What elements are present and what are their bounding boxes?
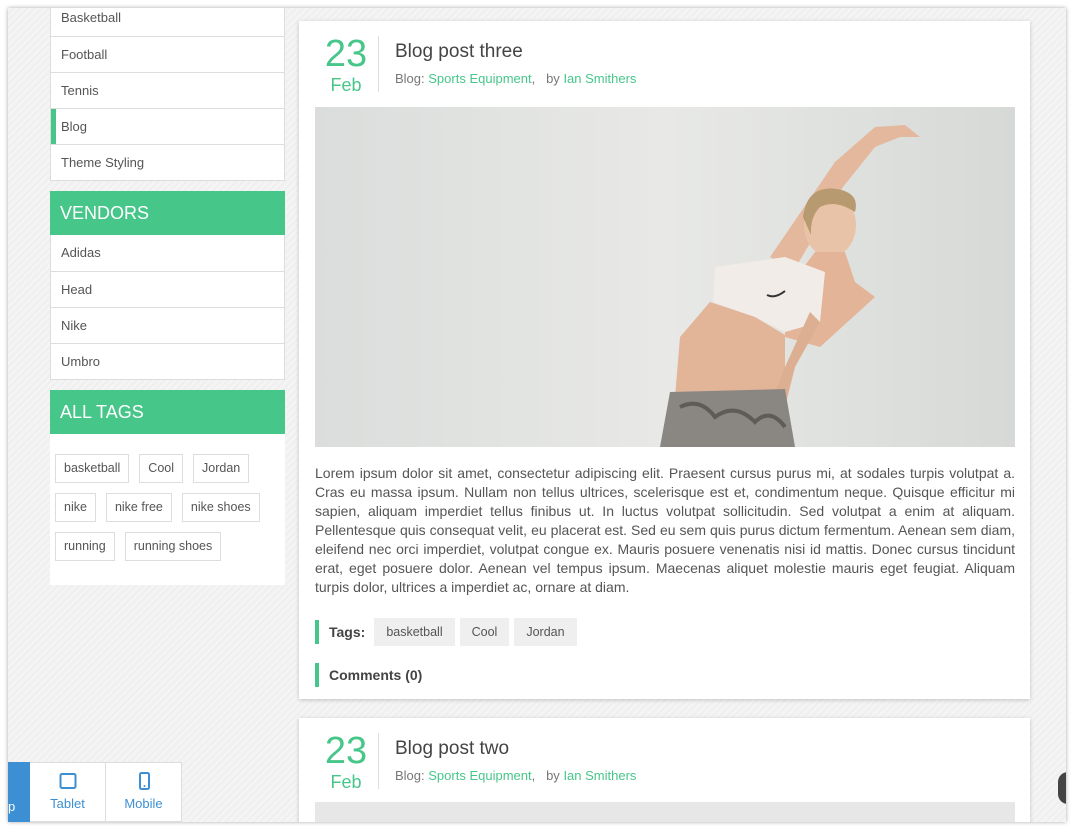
post-tag-link[interactable]: basketball bbox=[374, 618, 455, 646]
desktop-view-button[interactable]: p bbox=[8, 762, 30, 822]
sidebar-item-football[interactable]: Football bbox=[51, 36, 284, 72]
blog-category-link[interactable]: Sports Equipment bbox=[428, 768, 531, 783]
blog-category-link[interactable]: Sports Equipment bbox=[428, 71, 531, 86]
post-date-month: Feb bbox=[330, 772, 362, 792]
mobile-icon bbox=[138, 772, 150, 790]
post-date: 23 Feb bbox=[314, 732, 378, 792]
tag-link[interactable]: running shoes bbox=[124, 532, 222, 561]
vendor-item-head[interactable]: Head bbox=[51, 271, 284, 307]
blog-post-card: 23 Feb Blog post three Blog: Sports Equi… bbox=[299, 21, 1030, 699]
page-frame: Basketball Football Tennis Blog Theme St… bbox=[8, 8, 1066, 822]
vendor-item-adidas[interactable]: Adidas bbox=[51, 235, 284, 271]
author-link[interactable]: Ian Smithers bbox=[563, 71, 636, 86]
sidebar-item-tennis[interactable]: Tennis bbox=[51, 72, 284, 108]
post-comments: Comments (0) bbox=[315, 663, 422, 687]
vendor-item-umbro[interactable]: Umbro bbox=[51, 343, 284, 379]
date-divider bbox=[378, 733, 379, 789]
post-tags: Tags: basketball Cool Jordan bbox=[315, 617, 582, 647]
vendor-item-nike[interactable]: Nike bbox=[51, 307, 284, 343]
post-date-month: Feb bbox=[330, 75, 362, 95]
vendors-heading: VENDORS bbox=[50, 191, 285, 235]
meta-separator: , bbox=[531, 71, 536, 86]
blog-prefix: Blog: bbox=[395, 768, 425, 783]
post-meta: Blog: Sports Equipment, by Ian Smithers bbox=[395, 768, 636, 783]
mobile-view-button[interactable]: Mobile bbox=[106, 762, 182, 822]
category-list: Basketball Football Tennis Blog Theme St… bbox=[50, 8, 285, 181]
by-label: by bbox=[546, 71, 560, 86]
by-label: by bbox=[546, 768, 560, 783]
tablet-view-button[interactable]: Tablet bbox=[30, 762, 106, 822]
sidebar: Basketball Football Tennis Blog Theme St… bbox=[50, 8, 285, 585]
post-featured-image[interactable] bbox=[315, 802, 1015, 822]
sidebar-item-theme-styling[interactable]: Theme Styling bbox=[51, 144, 284, 180]
comments-link[interactable]: Comments (0) bbox=[329, 667, 422, 683]
accent-bar bbox=[315, 620, 319, 644]
meta-separator: , bbox=[531, 768, 536, 783]
post-tag-link[interactable]: Jordan bbox=[514, 618, 577, 646]
scroll-knob[interactable] bbox=[1058, 772, 1066, 804]
tag-link[interactable]: Cool bbox=[139, 454, 184, 483]
post-date-day: 23 bbox=[324, 33, 368, 75]
all-tags-heading: ALL TAGS bbox=[50, 390, 285, 434]
post-date-day: 23 bbox=[324, 730, 368, 772]
tag-link[interactable]: Jordan bbox=[193, 454, 250, 483]
accent-bar bbox=[315, 663, 319, 687]
device-switcher: p Tablet Mobile bbox=[8, 762, 182, 822]
post-featured-image[interactable] bbox=[315, 107, 1015, 447]
tags-label: Tags: bbox=[329, 624, 366, 640]
fitness-woman-image bbox=[315, 107, 1015, 447]
post-title[interactable]: Blog post three bbox=[395, 41, 523, 63]
tablet-icon bbox=[59, 773, 76, 789]
mobile-label: Mobile bbox=[124, 796, 163, 811]
tag-link[interactable]: basketball bbox=[55, 454, 130, 483]
blog-prefix: Blog: bbox=[395, 71, 425, 86]
vendor-list: Adidas Head Nike Umbro bbox=[50, 235, 285, 380]
author-link[interactable]: Ian Smithers bbox=[563, 768, 636, 783]
tag-link[interactable]: nike free bbox=[105, 493, 172, 522]
post-title[interactable]: Blog post two bbox=[395, 738, 509, 760]
post-tag-link[interactable]: Cool bbox=[459, 618, 510, 646]
tag-link[interactable]: nike bbox=[55, 493, 96, 522]
tag-link[interactable]: nike shoes bbox=[181, 493, 260, 522]
tag-cloud: basketball Cool Jordan nike nike free ni… bbox=[50, 434, 285, 585]
post-meta: Blog: Sports Equipment, by Ian Smithers bbox=[395, 71, 636, 86]
sidebar-item-blog[interactable]: Blog bbox=[51, 108, 284, 144]
tablet-label: Tablet bbox=[50, 796, 85, 811]
post-excerpt: Lorem ipsum dolor sit amet, consectetur … bbox=[315, 465, 1015, 595]
sidebar-item-basketball[interactable]: Basketball bbox=[51, 8, 284, 36]
post-date: 23 Feb bbox=[314, 35, 378, 95]
date-divider bbox=[378, 36, 379, 92]
blog-post-card: 23 Feb Blog post two Blog: Sports Equipm… bbox=[299, 718, 1030, 822]
tag-link[interactable]: running bbox=[55, 532, 115, 561]
